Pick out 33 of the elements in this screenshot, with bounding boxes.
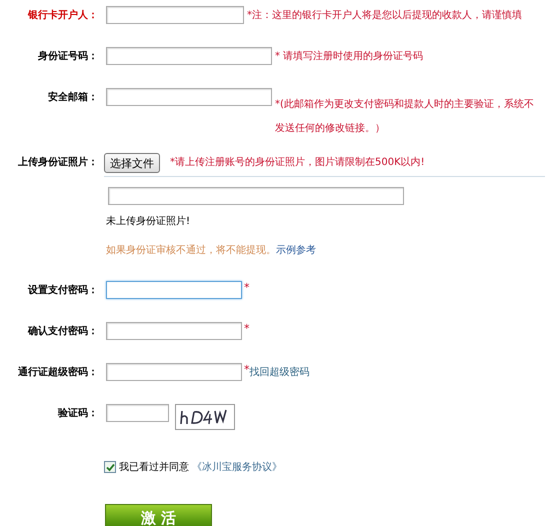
field-label: 上传身份证照片：	[17, 156, 98, 170]
input-field[interactable]	[106, 6, 244, 24]
example-link[interactable]: 示例参考	[276, 243, 316, 257]
captcha-field[interactable]	[106, 404, 169, 422]
password-field[interactable]	[106, 363, 242, 381]
field-label: 安全邮箱：	[47, 90, 98, 105]
required-mark: *	[244, 322, 250, 336]
agreement-text: 我已看过并同意	[119, 460, 189, 474]
agree-checkbox[interactable]	[104, 461, 116, 473]
captcha-drawing	[175, 404, 235, 430]
required-mark: *	[244, 363, 250, 377]
field-label: 身份证号码：	[37, 50, 98, 64]
input-field[interactable]	[106, 88, 272, 106]
file-path-field[interactable]	[108, 187, 404, 205]
input-field[interactable]	[106, 47, 272, 65]
agreement-link[interactable]: 《冰川宝服务协议》	[192, 460, 282, 474]
field-label: 确认支付密码：	[26, 324, 98, 339]
warning-text: 如果身份证审核不通过，将不能提现。	[106, 244, 276, 257]
hint-text: *请上传注册账号的身份证照片，图片请限制在500K以内!	[170, 156, 425, 170]
field-label: 银行卡开户人：	[26, 8, 98, 23]
recover-password-link[interactable]: 找回超级密码	[250, 363, 310, 383]
hint-text: *注：这里的银行卡开户人将是您以后提现的收款人，请谨慎填	[247, 8, 522, 23]
required-mark: *	[244, 281, 250, 295]
field-label: 验证码：	[56, 406, 98, 421]
field-label: 通行证超级密码：	[17, 366, 98, 380]
password-field[interactable]	[106, 281, 242, 299]
hint-text: *(此邮箱作为更改支付密码和提款人时的主要验证，系统不	[275, 98, 534, 112]
field-label: 设置支付密码：	[26, 284, 98, 298]
password-field[interactable]	[106, 322, 242, 340]
hint-text: * 请填写注册时使用的身份证号码	[275, 50, 424, 64]
upload-status-text: 未上传身份证照片!	[106, 214, 192, 228]
hint-text: 发送任何的修改链接。）	[275, 122, 386, 136]
choose-file-button[interactable]: 选择文件	[104, 153, 160, 173]
